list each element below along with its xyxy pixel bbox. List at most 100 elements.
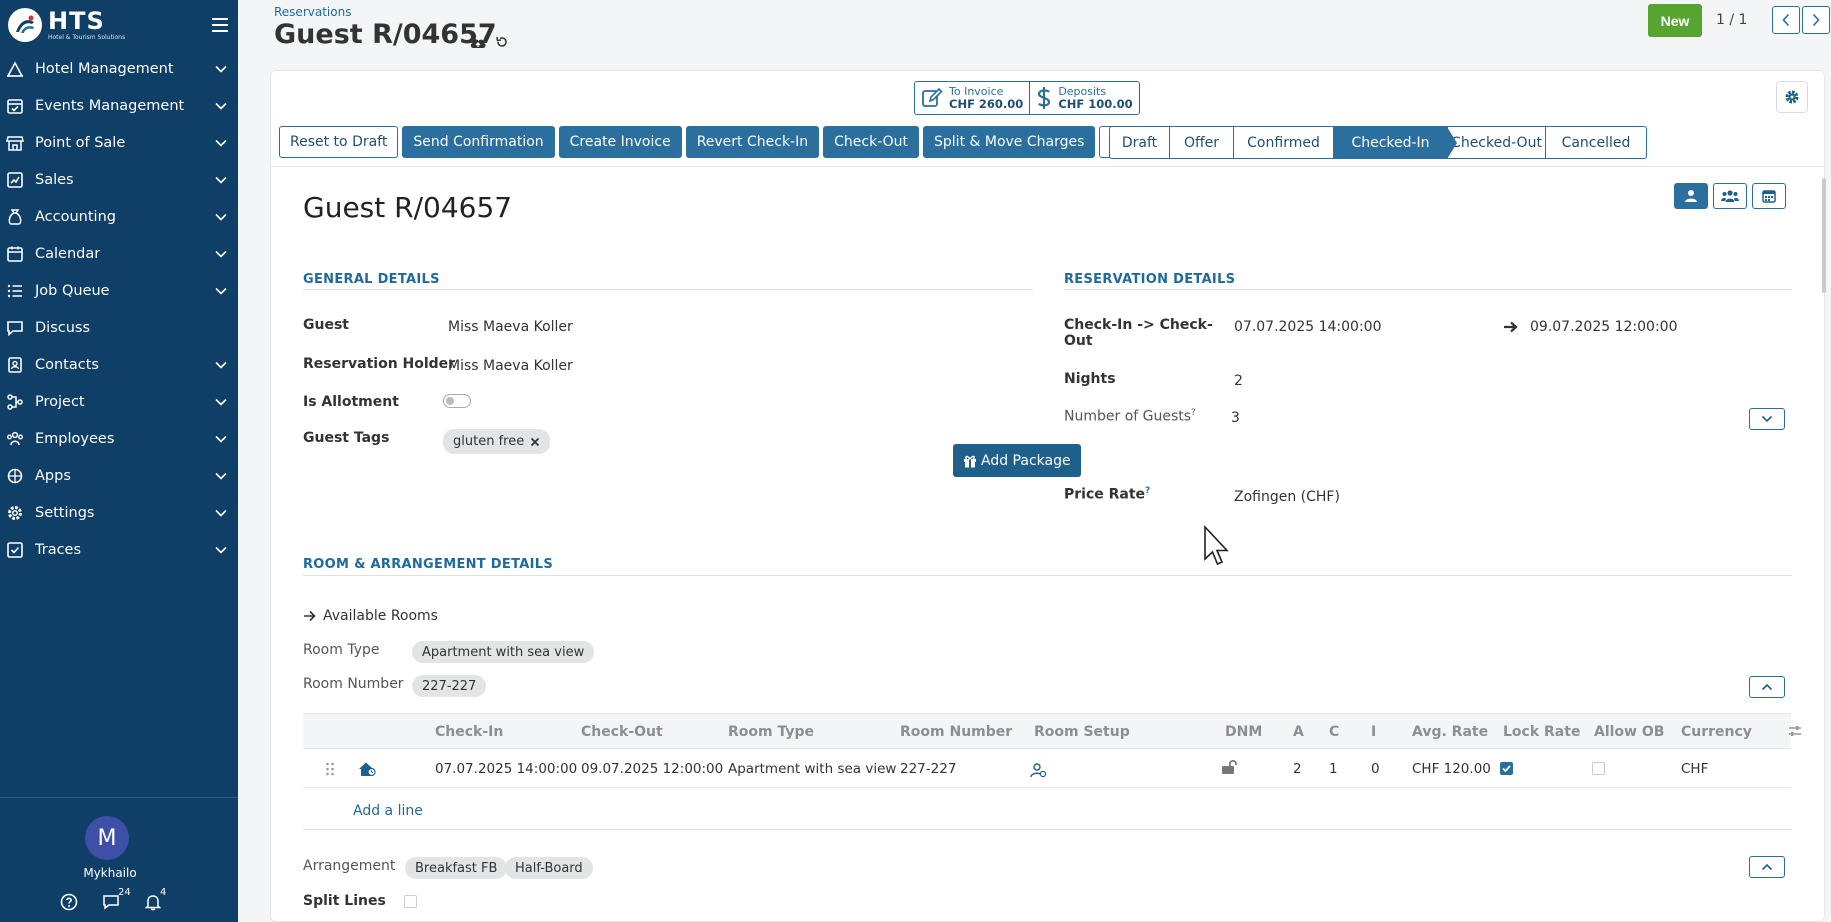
- sidebar-item-label: Sales: [35, 171, 74, 188]
- sidebar-item-employees[interactable]: Employees: [0, 420, 238, 457]
- price-rate-field[interactable]: Zofingen (CHF): [1234, 489, 1340, 505]
- scrollbar[interactable]: [1822, 178, 1826, 293]
- column-header-avg-rate[interactable]: Avg. Rate: [1412, 724, 1488, 740]
- column-header-room-type[interactable]: Room Type: [728, 724, 814, 740]
- hamburger-menu-icon[interactable]: [212, 18, 228, 32]
- check-out-button[interactable]: Check-Out: [823, 126, 920, 158]
- sidebar-item-discuss[interactable]: Discuss: [0, 309, 238, 346]
- sidebar-item-job-queue[interactable]: Job Queue: [0, 272, 238, 309]
- status-offer[interactable]: Offer: [1170, 127, 1234, 158]
- status-draft[interactable]: Draft: [1110, 127, 1170, 158]
- status-checked-in[interactable]: Checked-In: [1334, 127, 1457, 159]
- help-icon[interactable]: [60, 891, 84, 913]
- room-setup-icon[interactable]: [1029, 761, 1047, 779]
- column-header-room-setup[interactable]: Room Setup: [1034, 724, 1130, 740]
- cloud-save-icon[interactable]: [469, 35, 487, 49]
- row-room-type: Apartment with sea view: [728, 761, 897, 777]
- help-tooltip-icon[interactable]: ?: [1191, 408, 1196, 418]
- reservation-holder-field[interactable]: Miss Maeva Koller: [448, 358, 573, 374]
- revert-check-in-button[interactable]: Revert Check-In: [685, 126, 820, 158]
- chevron-down-icon[interactable]: [214, 284, 228, 298]
- checkin-datetime-field[interactable]: 07.07.2025 14:00:00: [1234, 319, 1382, 335]
- create-invoice-button[interactable]: Create Invoice: [558, 126, 682, 158]
- sidebar-item-hotel-management[interactable]: Hotel Management: [0, 50, 238, 87]
- expand-guests-button[interactable]: [1749, 408, 1785, 430]
- pager-previous-button[interactable]: [1772, 6, 1800, 34]
- lock-rate-checkbox[interactable]: [1500, 762, 1513, 775]
- avatar[interactable]: M: [85, 816, 129, 860]
- status-cancelled[interactable]: Cancelled: [1546, 127, 1646, 158]
- sidebar-item-settings[interactable]: Settings: [0, 494, 238, 531]
- sidebar-item-contacts[interactable]: Contacts: [0, 346, 238, 383]
- send-confirmation-button[interactable]: Send Confirmation: [402, 126, 555, 158]
- table-row[interactable]: 07.07.2025 14:00:00 09.07.2025 12:00:00 …: [303, 748, 1791, 788]
- calendar-view-button[interactable]: [1752, 183, 1786, 209]
- messages-icon[interactable]: 24: [102, 887, 131, 913]
- notifications-icon[interactable]: 4: [144, 887, 168, 913]
- chevron-down-icon[interactable]: [214, 543, 228, 557]
- column-header-dnm[interactable]: DNM: [1225, 724, 1262, 740]
- chevron-down-icon[interactable]: [214, 99, 228, 113]
- collapse-arrangement-button[interactable]: [1749, 856, 1785, 878]
- chevron-down-icon[interactable]: [214, 136, 228, 150]
- to-invoice-button[interactable]: To Invoice CHF 260.00: [915, 82, 1029, 114]
- chevron-down-icon[interactable]: [214, 247, 228, 261]
- checkout-datetime-field[interactable]: 09.07.2025 12:00:00: [1530, 319, 1678, 335]
- sidebar-item-calendar[interactable]: Calendar: [0, 235, 238, 272]
- chevron-down-icon[interactable]: [214, 62, 228, 76]
- chevron-down-icon[interactable]: [214, 469, 228, 483]
- column-header-currency[interactable]: Currency: [1681, 724, 1752, 740]
- add-package-button[interactable]: Add Package: [953, 444, 1081, 477]
- chevron-down-icon[interactable]: [214, 506, 228, 520]
- column-header-lock-rate[interactable]: Lock Rate: [1503, 724, 1580, 740]
- status-checked-out[interactable]: Checked-Out: [1448, 127, 1546, 158]
- discard-icon[interactable]: [495, 35, 509, 49]
- new-button[interactable]: New: [1648, 4, 1702, 37]
- unlock-icon[interactable]: [1221, 759, 1239, 775]
- reset-to-draft-button[interactable]: Reset to Draft: [279, 126, 399, 158]
- status-confirmed[interactable]: Confirmed: [1234, 127, 1334, 158]
- column-settings-icon[interactable]: [1788, 724, 1802, 738]
- column-header-c[interactable]: C: [1329, 724, 1339, 740]
- sidebar-item-sales[interactable]: Sales: [0, 161, 238, 198]
- is-allotment-toggle[interactable]: [443, 394, 471, 408]
- column-header-i[interactable]: I: [1371, 724, 1376, 740]
- pager-next-button[interactable]: [1802, 6, 1830, 34]
- split-lines-checkbox[interactable]: [404, 895, 417, 908]
- close-icon[interactable]: [530, 437, 540, 447]
- hts-logo[interactable]: HTS Hotel & Tourism Solutions: [8, 8, 125, 42]
- sidebar-item-project[interactable]: Project: [0, 383, 238, 420]
- chevron-down-icon[interactable]: [214, 210, 228, 224]
- available-rooms-link[interactable]: Available Rooms: [303, 608, 438, 624]
- guest-field[interactable]: Miss Maeva Koller: [448, 319, 573, 335]
- group-view-button[interactable]: [1713, 183, 1747, 209]
- deposits-button[interactable]: Deposits CHF 100.00: [1029, 82, 1138, 114]
- chevron-down-icon[interactable]: [214, 358, 228, 372]
- guest-view-button[interactable]: [1674, 183, 1708, 209]
- add-a-line-link[interactable]: Add a line: [353, 803, 423, 819]
- allow-ob-checkbox[interactable]: [1592, 762, 1605, 775]
- room-house-icon[interactable]: [358, 761, 376, 777]
- column-header-room-number[interactable]: Room Number: [900, 724, 1012, 740]
- chevron-down-icon[interactable]: [214, 395, 228, 409]
- chevron-down-icon[interactable]: [214, 173, 228, 187]
- sidebar-item-accounting[interactable]: Accounting: [0, 198, 238, 235]
- sidebar-item-apps[interactable]: Apps: [0, 457, 238, 494]
- sidebar-item-traces[interactable]: Traces: [0, 531, 238, 568]
- split-move-charges-button[interactable]: Split & Move Charges: [923, 126, 1096, 158]
- settings-button[interactable]: [1776, 81, 1808, 113]
- column-header-allow-ob[interactable]: Allow OB: [1594, 724, 1664, 740]
- column-header-check-out[interactable]: Check-Out: [581, 724, 663, 740]
- collapse-rooms-button[interactable]: [1749, 676, 1785, 698]
- row-avg-rate: CHF 120.00: [1412, 761, 1491, 777]
- sidebar-item-point-of-sale[interactable]: Point of Sale: [0, 124, 238, 161]
- chevron-left-icon: [1782, 13, 1790, 27]
- chevron-down-icon[interactable]: [214, 432, 228, 446]
- column-header-a[interactable]: A: [1293, 724, 1304, 740]
- help-tooltip-icon[interactable]: ?: [1145, 486, 1150, 496]
- section-divider: [303, 575, 1792, 576]
- drag-handle-icon[interactable]: [325, 762, 335, 776]
- column-header-check-in[interactable]: Check-In: [435, 724, 503, 740]
- sidebar-item-events-management[interactable]: Events Management: [0, 87, 238, 124]
- breadcrumb[interactable]: Reservations: [274, 5, 351, 19]
